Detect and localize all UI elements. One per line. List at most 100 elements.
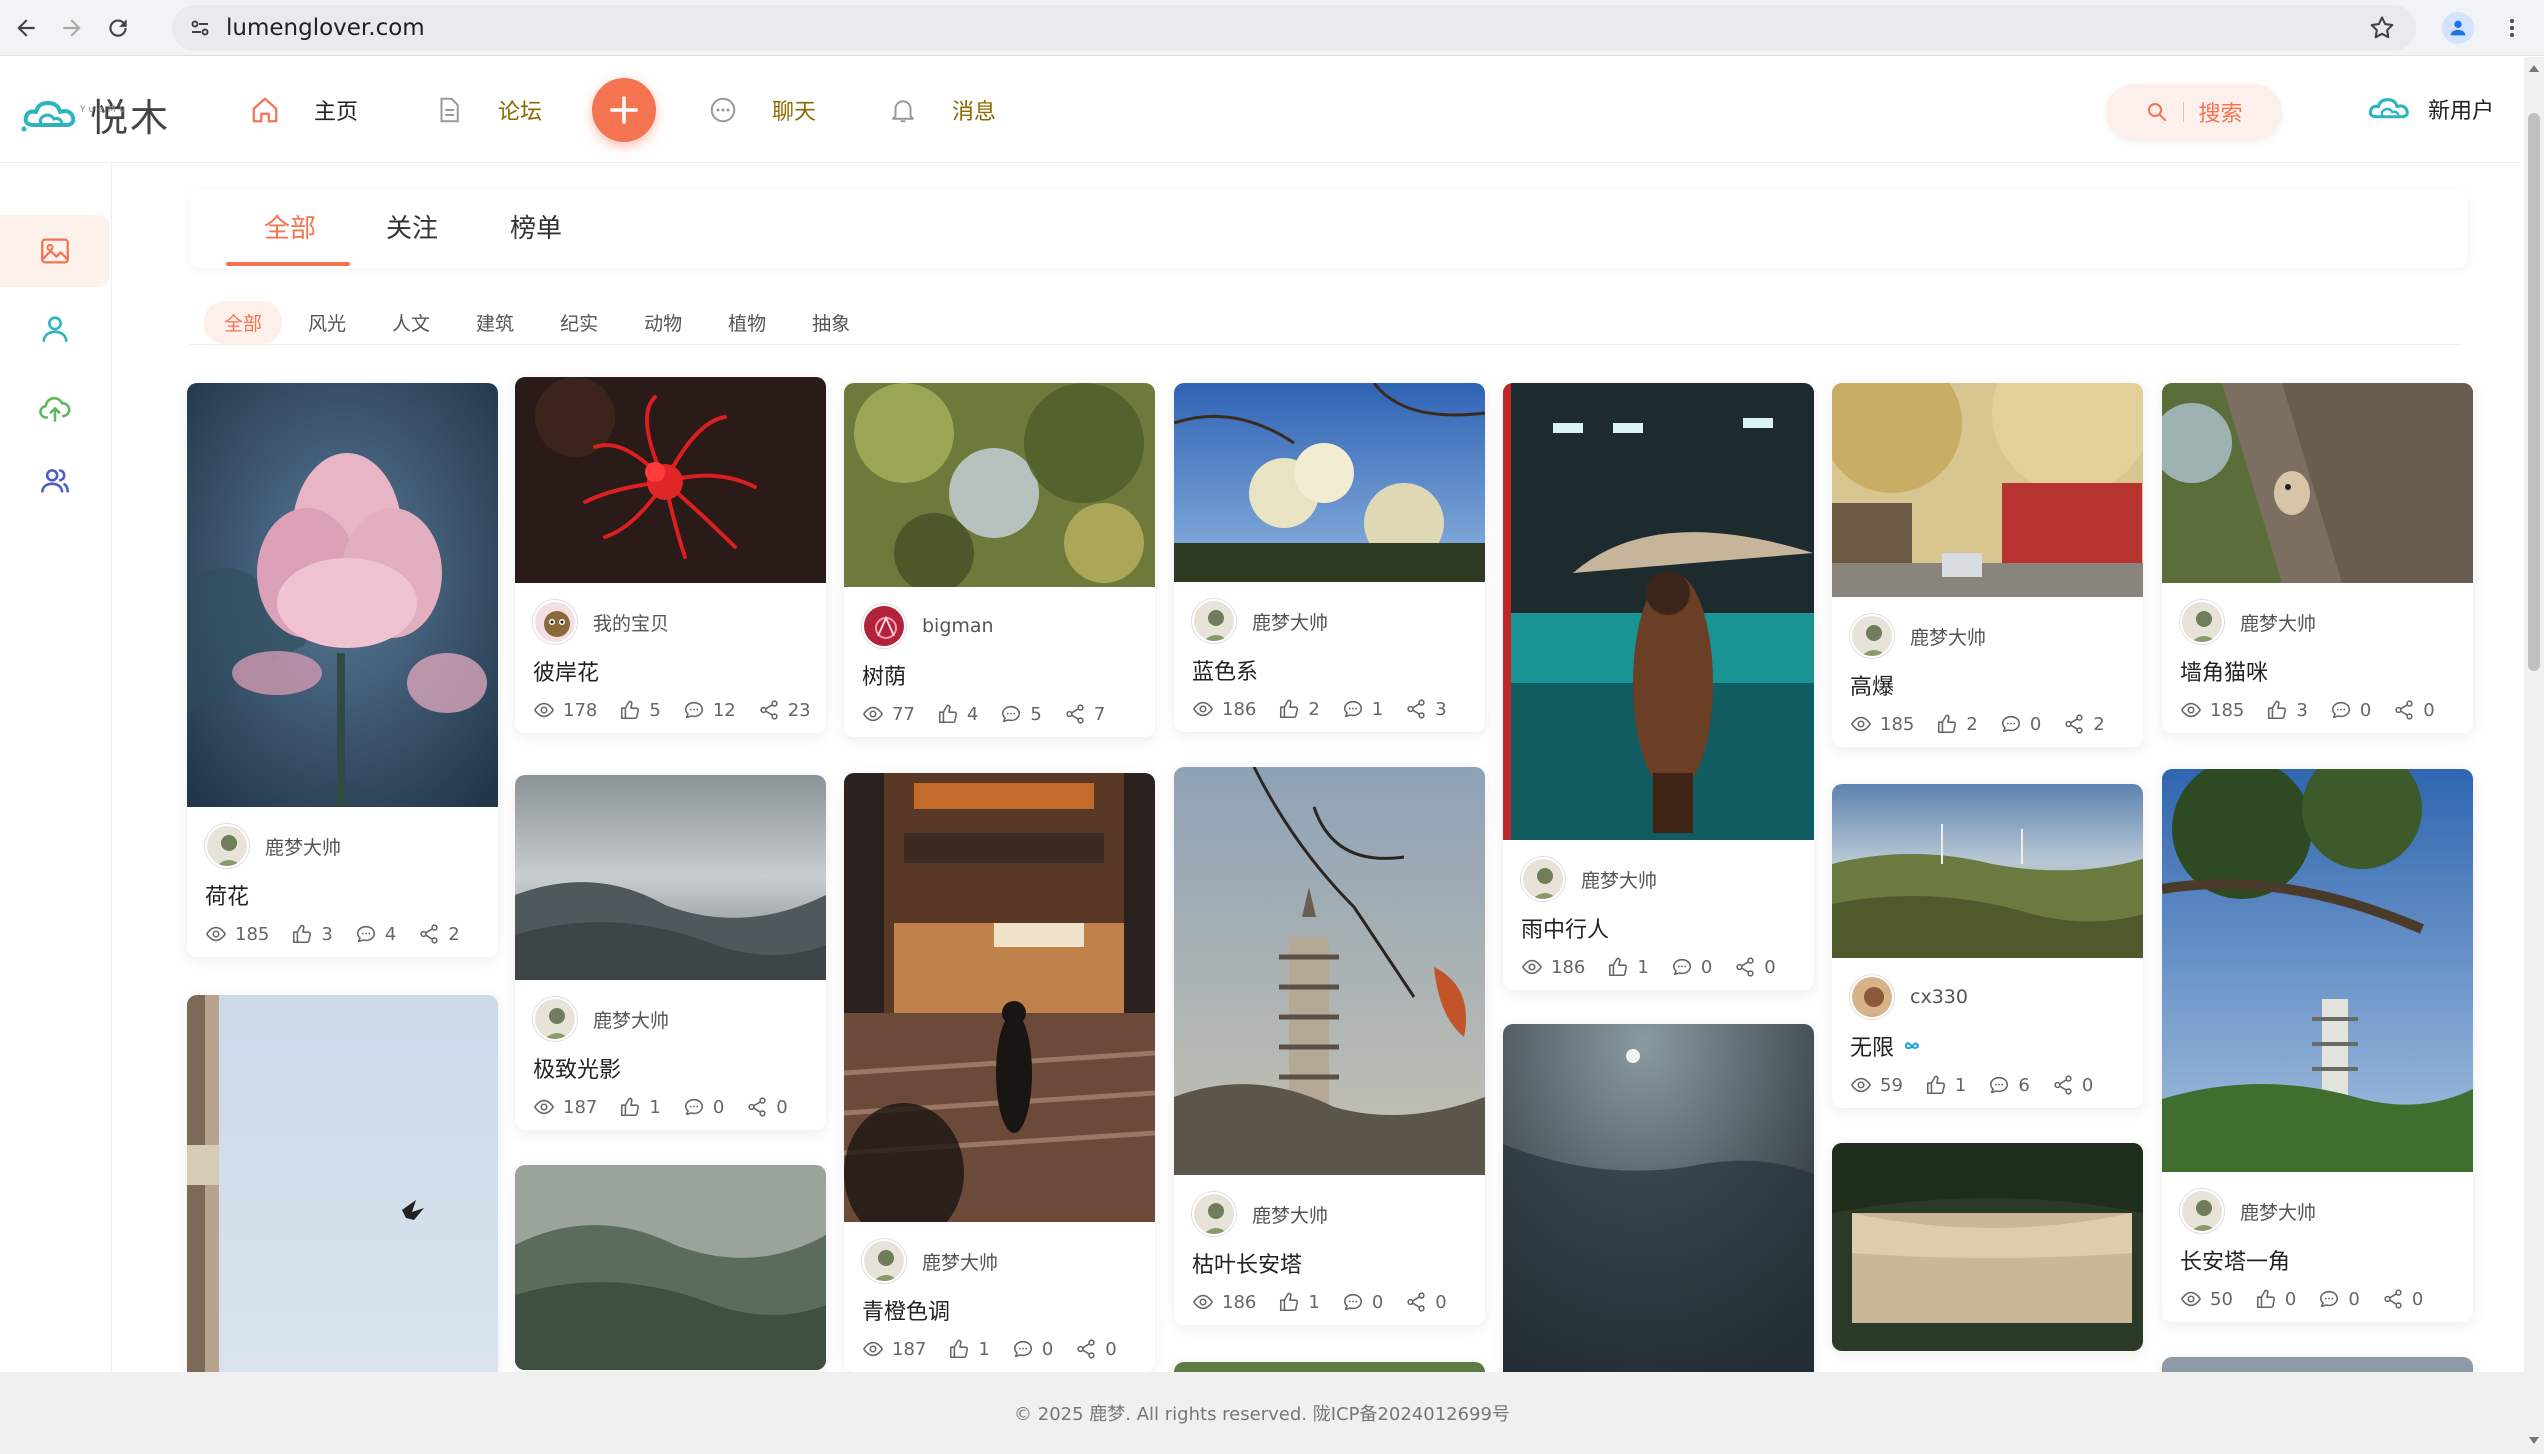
sidebar-item-upload[interactable]	[0, 373, 110, 445]
card-title[interactable]: 青橙色调	[862, 1294, 1137, 1326]
scroll-down-arrow-icon[interactable]	[2529, 1437, 2539, 1444]
author-name[interactable]: 我的宝贝	[593, 609, 669, 636]
photo-lotus[interactable]	[187, 383, 498, 807]
author-avatar[interactable]	[1192, 599, 1236, 643]
author-name[interactable]: 鹿梦大帅	[2240, 609, 2316, 636]
card-author[interactable]: 鹿梦大帅	[1850, 613, 2125, 659]
share-button[interactable]: 0	[1734, 956, 1776, 978]
photo-partial[interactable]	[2162, 1357, 2473, 1372]
card-title[interactable]: 墙角猫咪	[2180, 655, 2455, 687]
photo-card[interactable]	[1832, 1143, 2143, 1351]
back-button[interactable]	[6, 8, 46, 48]
photo-card[interactable]: 鹿梦大帅 高爆 185 2 0 2	[1832, 383, 2143, 747]
reload-button[interactable]	[98, 8, 138, 48]
photo-pagoda-leaf[interactable]	[1174, 767, 1485, 1175]
photo-card[interactable]: 鹿梦大帅 墙角猫咪 185 3 0 0	[2162, 383, 2473, 733]
photo-misty-mountains[interactable]	[515, 775, 826, 980]
photo-pagoda-pine[interactable]	[2162, 769, 2473, 1172]
photo-card[interactable]: 鹿梦大帅 蓝色系 186 2 1 3	[1174, 383, 1485, 732]
card-title[interactable]: 彼岸花	[533, 655, 808, 687]
create-post-button[interactable]	[592, 78, 657, 142]
author-name[interactable]: 鹿梦大帅	[922, 1248, 998, 1275]
author-avatar[interactable]	[862, 1239, 906, 1283]
photo-card[interactable]	[1503, 1024, 1814, 1372]
share-button[interactable]: 2	[2063, 713, 2105, 735]
share-button[interactable]: 3	[1405, 698, 1447, 720]
card-title[interactable]: 荷花	[205, 879, 480, 911]
like-button[interactable]: 1	[1607, 956, 1649, 978]
author-avatar[interactable]	[533, 600, 577, 644]
tab-all[interactable]: 全部	[264, 208, 316, 245]
comment-button[interactable]: 6	[1988, 1074, 2030, 1096]
tab-following[interactable]: 关注	[386, 208, 438, 245]
author-avatar[interactable]	[205, 824, 249, 868]
category-chip-landscape[interactable]: 风光	[288, 301, 366, 344]
category-chip-all[interactable]: 全部	[204, 300, 283, 344]
author-avatar[interactable]	[862, 604, 906, 648]
photo-card[interactable]: 鹿梦大帅 荷花 185 3 4 2	[187, 383, 498, 957]
comment-button[interactable]: 4	[355, 923, 396, 945]
author-avatar[interactable]	[1850, 975, 1894, 1019]
like-button[interactable]: 1	[1925, 1074, 1966, 1096]
photo-card[interactable]: 我的宝贝 彼岸花 178 5 12 23	[515, 377, 826, 733]
card-title[interactable]: 树荫	[862, 659, 1137, 691]
search-button[interactable]: 搜索	[2106, 84, 2282, 140]
card-author[interactable]: 我的宝贝	[533, 599, 808, 645]
author-name[interactable]: 鹿梦大帅	[1252, 1201, 1328, 1228]
photo-card[interactable]: bigman 树荫 77 4 5 7	[844, 383, 1155, 737]
photo-card[interactable]: 鹿梦大帅 枯叶长安塔 186 1 0 0	[1174, 767, 1485, 1325]
author-name[interactable]: 鹿梦大帅	[2240, 1198, 2316, 1225]
photo-card[interactable]: 鹿梦大帅 长安塔一角 50 0 0 0	[2162, 769, 2473, 1322]
page-scrollbar[interactable]	[2524, 57, 2544, 1454]
comment-button[interactable]: 12	[683, 699, 736, 721]
author-name[interactable]: 鹿梦大帅	[1910, 623, 1986, 650]
author-avatar[interactable]	[1521, 857, 1565, 901]
like-button[interactable]: 1	[619, 1096, 661, 1118]
sidebar-item-friends[interactable]	[0, 445, 110, 517]
like-button[interactable]: 0	[2255, 1288, 2296, 1310]
card-author[interactable]: 鹿梦大帅	[862, 1238, 1137, 1284]
address-bar[interactable]: lumenglover.com	[172, 5, 2416, 51]
nav-home[interactable]: 主页	[250, 94, 358, 126]
photo-autumn-street[interactable]	[1832, 383, 2143, 597]
bookmark-star-icon[interactable]	[2368, 14, 2396, 42]
photo-card[interactable]	[2162, 1357, 2473, 1372]
photo-card[interactable]: 鹿梦大帅 雨中行人 186 1 0 0	[1503, 383, 1814, 990]
photo-bird[interactable]	[187, 995, 498, 1372]
comment-button[interactable]: 0	[1671, 956, 1712, 978]
nav-messages[interactable]: 消息	[888, 94, 996, 126]
author-name[interactable]: 鹿梦大帅	[593, 1006, 669, 1033]
author-avatar[interactable]	[1192, 1192, 1236, 1236]
share-button[interactable]: 7	[1064, 703, 1105, 725]
tab-rankings[interactable]: 榜单	[510, 208, 562, 245]
card-author[interactable]: cx330	[1850, 974, 2125, 1020]
comment-button[interactable]: 0	[2000, 713, 2041, 735]
photo-card[interactable]: cx330 无限 59 1 6 0	[1832, 784, 2143, 1108]
sidebar-item-gallery[interactable]	[0, 215, 110, 287]
nav-forum[interactable]: 论坛	[434, 94, 542, 126]
card-title[interactable]: 极致光影	[533, 1052, 808, 1084]
photo-lake-reflection[interactable]	[1832, 1143, 2143, 1351]
like-button[interactable]: 2	[1936, 713, 1978, 735]
user-menu[interactable]: 新用户	[2366, 93, 2494, 125]
scroll-up-arrow-icon[interactable]	[2529, 65, 2539, 72]
author-avatar[interactable]	[1850, 614, 1894, 658]
card-author[interactable]: bigman	[862, 603, 1137, 649]
share-button[interactable]: 0	[746, 1096, 788, 1118]
sidebar-item-profile[interactable]	[0, 293, 110, 365]
author-name[interactable]: cx330	[1910, 986, 1968, 1008]
photo-rain-walker[interactable]	[1503, 383, 1814, 840]
card-title[interactable]: 蓝色系	[1192, 654, 1467, 686]
share-button[interactable]: 0	[2393, 699, 2435, 721]
share-button[interactable]: 0	[2052, 1074, 2093, 1096]
category-chip-documentary[interactable]: 纪实	[540, 301, 618, 344]
photo-tree-shade[interactable]	[844, 383, 1155, 587]
category-chip-animals[interactable]: 动物	[624, 301, 702, 344]
card-author[interactable]: 鹿梦大帅	[2180, 1188, 2455, 1234]
scrollbar-thumb[interactable]	[2528, 113, 2540, 671]
card-title[interactable]: 枯叶长安塔	[1192, 1247, 1467, 1279]
like-button[interactable]: 4	[937, 703, 978, 725]
photo-card[interactable]: 鹿梦大帅 青橙色调 187 1 0 0	[844, 773, 1155, 1372]
share-button[interactable]: 0	[2382, 1288, 2423, 1310]
card-author[interactable]: 鹿梦大帅	[1192, 598, 1467, 644]
